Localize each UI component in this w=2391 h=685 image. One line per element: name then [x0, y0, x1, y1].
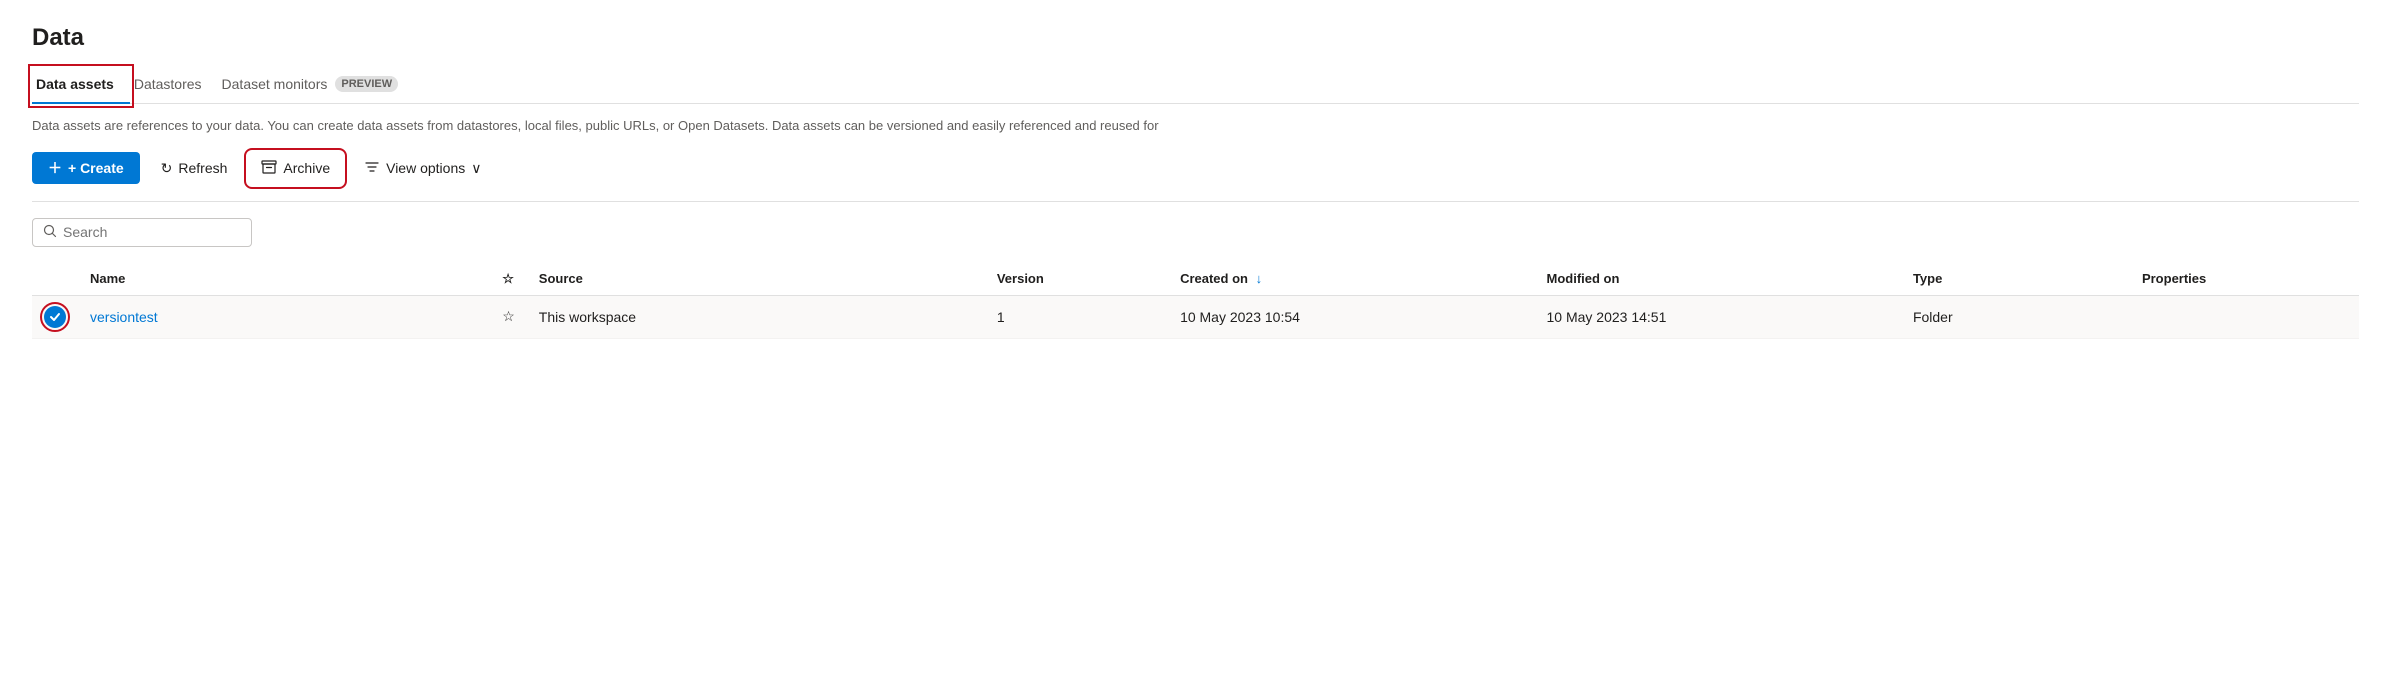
tab-dataset-monitors[interactable]: Dataset monitors PREVIEW: [218, 68, 415, 104]
th-version: Version: [985, 263, 1168, 296]
search-input[interactable]: [63, 224, 241, 240]
table-header-row: Name ☆ Source Version Created on ↓ Modif…: [32, 263, 2359, 296]
create-button-label: + Create: [68, 160, 124, 176]
sort-icon: ↓: [1256, 271, 1263, 286]
th-checkbox: [32, 263, 78, 296]
row-star-cell[interactable]: ☆: [490, 295, 527, 338]
row-version-cell: 1: [985, 295, 1168, 338]
row-source-cell: This workspace: [527, 295, 985, 338]
page-description: Data assets are references to your data.…: [32, 116, 2359, 136]
row-created-on-cell: 10 May 2023 10:54: [1168, 295, 1534, 338]
archive-icon: [261, 159, 277, 178]
archive-button-label: Archive: [283, 160, 330, 176]
refresh-button[interactable]: ↻ Refresh: [148, 153, 241, 184]
archive-button[interactable]: Archive: [248, 152, 343, 185]
create-button[interactable]: ＋ + Create: [32, 152, 140, 184]
th-star: ☆: [490, 263, 527, 296]
row-properties-cell: [2130, 295, 2359, 338]
tab-data-assets-label: Data assets: [36, 76, 114, 92]
tab-data-assets[interactable]: Data assets: [32, 68, 130, 104]
th-name: Name: [78, 263, 490, 296]
view-options-icon: [364, 159, 380, 178]
th-created-on[interactable]: Created on ↓: [1168, 263, 1534, 296]
row-type-cell: Folder: [1901, 295, 2130, 338]
view-options-button[interactable]: View options ∨: [351, 152, 494, 185]
row-checkbox-checked[interactable]: [44, 306, 66, 328]
refresh-icon: ↻: [161, 160, 173, 177]
tab-datastores-label: Datastores: [134, 76, 202, 92]
star-icon[interactable]: ☆: [502, 308, 515, 324]
tab-datastores[interactable]: Datastores: [130, 68, 218, 104]
tab-dataset-monitors-label: Dataset monitors: [222, 76, 328, 92]
create-icon: ＋: [48, 158, 62, 178]
table-row: versiontest ☆ This workspace 1 10 May 20…: [32, 295, 2359, 338]
row-checkbox-cell[interactable]: [32, 295, 78, 338]
view-options-chevron-icon: ∨: [471, 160, 481, 177]
view-options-button-label: View options: [386, 160, 465, 176]
row-name-link[interactable]: versiontest: [90, 309, 158, 325]
search-icon: [43, 224, 57, 241]
th-type: Type: [1901, 263, 2130, 296]
toolbar-divider: [32, 201, 2359, 202]
refresh-button-label: Refresh: [178, 160, 227, 176]
tabs-bar: Data assets Datastores Dataset monitors …: [32, 68, 2359, 104]
th-source: Source: [527, 263, 985, 296]
row-modified-on-cell: 10 May 2023 14:51: [1535, 295, 1901, 338]
preview-badge: PREVIEW: [335, 76, 398, 92]
page-title: Data: [32, 24, 2359, 52]
th-modified-on: Modified on: [1535, 263, 1901, 296]
search-bar[interactable]: [32, 218, 252, 247]
toolbar: ＋ + Create ↻ Refresh Archive: [32, 152, 2359, 185]
row-name-cell[interactable]: versiontest: [78, 295, 490, 338]
data-assets-table: Name ☆ Source Version Created on ↓ Modif…: [32, 263, 2359, 339]
th-properties: Properties: [2130, 263, 2359, 296]
